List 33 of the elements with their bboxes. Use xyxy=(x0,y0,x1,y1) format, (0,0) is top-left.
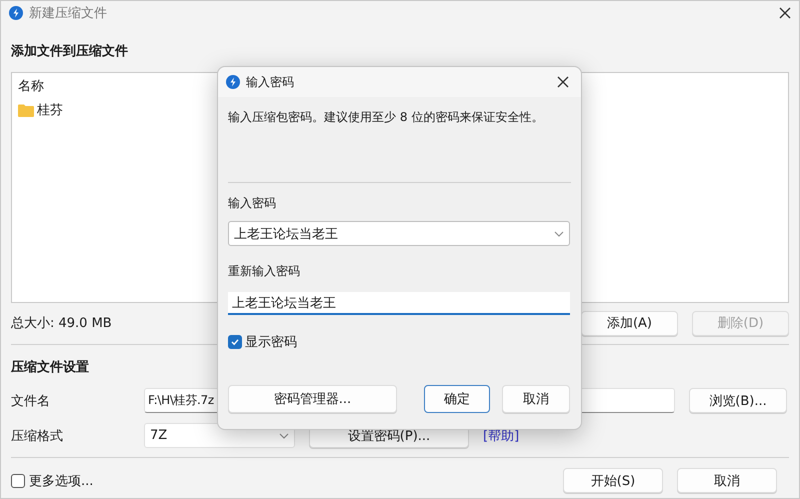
field-label: 输入密码 xyxy=(228,195,277,212)
confirm-password-field[interactable]: 上老王论坛当老王 xyxy=(228,292,570,315)
app-icon xyxy=(9,6,23,20)
more-options-checkbox[interactable] xyxy=(11,474,25,488)
dialog-title: 输入密码 xyxy=(246,74,294,90)
show-password-checkbox[interactable] xyxy=(228,335,242,349)
field-label: 文件名 xyxy=(11,392,51,410)
app-icon xyxy=(226,75,240,89)
checkbox-label: 更多选项... xyxy=(29,472,94,490)
help-link[interactable]: [帮助] xyxy=(483,426,520,444)
field-label: 压缩格式 xyxy=(11,428,64,444)
ok-button[interactable]: 确定 xyxy=(424,385,490,413)
cancel-button[interactable]: 取消 xyxy=(677,468,777,493)
chevron-down-icon xyxy=(554,230,564,236)
browse-button[interactable]: 浏览(B)... xyxy=(689,388,787,413)
field-label: 重新输入密码 xyxy=(228,263,301,280)
close-icon[interactable] xyxy=(557,76,569,88)
dialog-description: 输入压缩包密码。建议使用至少 8 位的密码来保证安全性。 xyxy=(228,109,544,126)
section-heading: 添加文件到压缩文件 xyxy=(11,42,129,60)
checkbox-label: 显示密码 xyxy=(245,334,297,351)
section-heading: 压缩文件设置 xyxy=(11,358,90,376)
cancel-button[interactable]: 取消 xyxy=(502,385,570,413)
total-size: 总大小: 49.0 MB xyxy=(11,315,112,332)
chevron-down-icon xyxy=(279,432,289,438)
file-name[interactable]: 桂芬 xyxy=(37,101,63,119)
password-dropdown[interactable]: 上老王论坛当老王 xyxy=(228,221,570,246)
start-button[interactable]: 开始(S) xyxy=(563,468,663,493)
close-icon[interactable] xyxy=(779,7,791,19)
window-title: 新建压缩文件 xyxy=(29,5,107,22)
add-button[interactable]: 添加(A) xyxy=(581,310,678,336)
folder-icon xyxy=(18,104,34,116)
checkmark-icon xyxy=(230,337,240,347)
password-manager-button[interactable]: 密码管理器... xyxy=(228,385,397,413)
